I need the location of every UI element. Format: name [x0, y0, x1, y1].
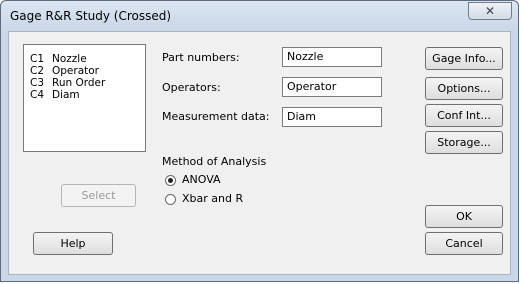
window-title: Gage R&R Study (Crossed): [10, 9, 172, 23]
gage-info-button[interactable]: Gage Info...: [425, 47, 503, 70]
measurement-data-input[interactable]: Diam: [282, 107, 382, 127]
select-button[interactable]: Select: [61, 184, 136, 207]
column-id: C3: [30, 77, 45, 89]
help-button[interactable]: Help: [33, 232, 113, 255]
storage-button[interactable]: Storage...: [425, 131, 503, 154]
column-id: C1: [30, 53, 45, 65]
xbar-r-radio[interactable]: [165, 194, 176, 205]
column-name: Diam: [52, 89, 80, 101]
column-id: C2: [30, 65, 45, 77]
anova-radio[interactable]: [165, 175, 176, 186]
method-of-analysis-label: Method of Analysis: [162, 155, 267, 168]
anova-label[interactable]: ANOVA: [182, 173, 221, 186]
part-numbers-input[interactable]: Nozzle: [282, 47, 382, 67]
cancel-button[interactable]: Cancel: [425, 232, 503, 255]
operators-label: Operators:: [162, 81, 221, 94]
column-list[interactable]: C1 Nozzle C2 Operator C3 Run Order C4 Di…: [23, 44, 146, 152]
column-name: Run Order: [52, 77, 106, 89]
close-button[interactable]: ✕: [468, 2, 512, 20]
ok-button[interactable]: OK: [425, 205, 503, 228]
measurement-data-label: Measurement data:: [162, 110, 270, 123]
column-name: Nozzle: [52, 53, 87, 65]
operators-input[interactable]: Operator: [282, 77, 382, 97]
title-bar[interactable]: Gage R&R Study (Crossed) ✕: [1, 1, 518, 31]
column-name: Operator: [52, 65, 99, 77]
radio-selected-icon: [168, 178, 173, 183]
conf-int-button[interactable]: Conf Int...: [425, 104, 503, 127]
xbar-r-label[interactable]: Xbar and R: [182, 192, 243, 205]
close-icon: ✕: [484, 4, 496, 18]
column-id: C4: [30, 89, 45, 101]
part-numbers-label: Part numbers:: [162, 51, 240, 64]
options-button[interactable]: Options...: [425, 77, 503, 100]
